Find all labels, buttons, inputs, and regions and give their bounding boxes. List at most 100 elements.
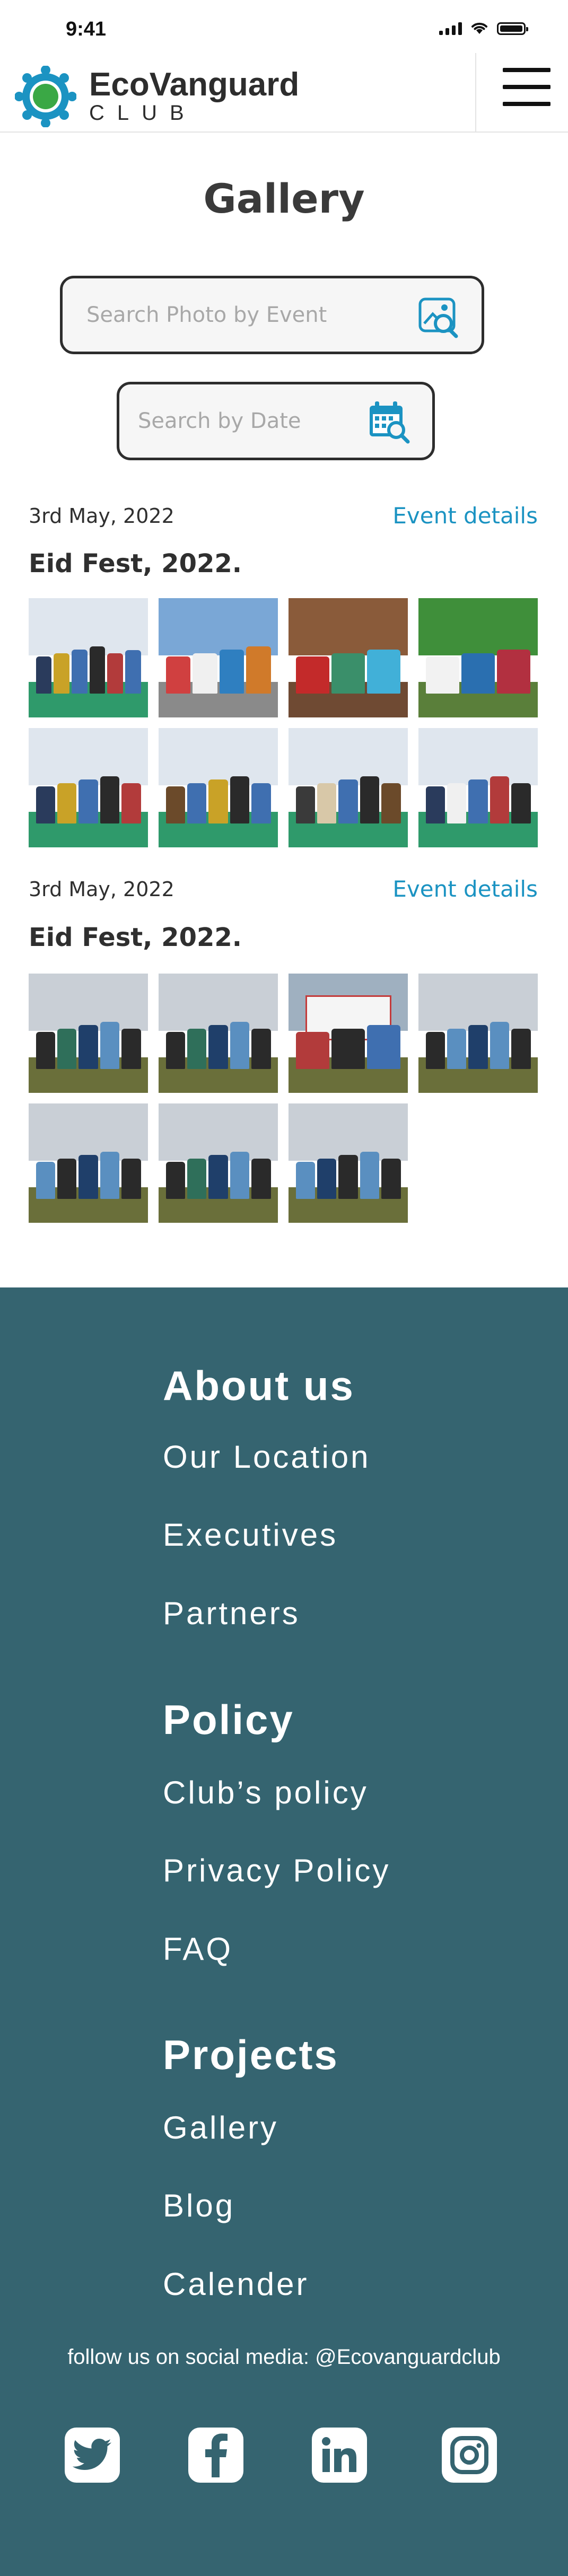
gallery-photo[interactable] (159, 974, 278, 1093)
gallery-photo[interactable] (159, 598, 278, 717)
photo-people (165, 1151, 271, 1199)
gallery-photo[interactable] (418, 974, 538, 1093)
photo-person (71, 650, 88, 694)
footer-link-faq[interactable]: FAQ (163, 1931, 233, 1967)
photo-person (468, 779, 488, 823)
photo-people (36, 646, 141, 694)
event-meta: 3rd May, 2022 Event details (29, 503, 538, 529)
photo-person (36, 1161, 55, 1199)
hamburger-menu-icon[interactable] (503, 68, 550, 106)
photo-person (425, 656, 459, 694)
photo-person (367, 1025, 401, 1069)
footer-link-our-location[interactable]: Our Location (163, 1439, 371, 1475)
photo-people (425, 1021, 531, 1069)
photo-person (193, 653, 217, 694)
photo-people (295, 1021, 401, 1069)
photo-people (36, 776, 141, 823)
footer-heading-about: About us (163, 1362, 355, 1409)
photo-person (447, 1028, 467, 1069)
twitter-icon[interactable] (65, 2428, 120, 2483)
gallery-photo[interactable] (418, 598, 538, 717)
footer-heading-policy: Policy (163, 1696, 294, 1743)
photo-person (360, 776, 380, 823)
photo-person (57, 1028, 77, 1069)
photo-person (490, 1021, 510, 1069)
photo-person (78, 779, 98, 823)
gallery-photo[interactable] (289, 728, 408, 847)
event-title: Eid Fest, 2022. (29, 549, 242, 579)
eco-gear-logo-icon (15, 66, 76, 127)
event-date: 3rd May, 2022 (29, 504, 174, 528)
gallery-photo[interactable] (159, 1103, 278, 1223)
photo-person (187, 1158, 207, 1199)
footer-link-blog[interactable]: Blog (163, 2187, 235, 2224)
photo-people (295, 776, 401, 823)
photo-person (208, 779, 228, 823)
search-date-input[interactable] (138, 409, 361, 433)
photo-person (121, 1029, 141, 1069)
photo-person (100, 1021, 120, 1069)
photo-person (381, 783, 401, 823)
photo-person (78, 1025, 98, 1069)
photo-person (208, 1025, 228, 1069)
footer-link-calender[interactable]: Calender (163, 2266, 309, 2302)
gallery-photo[interactable] (418, 728, 538, 847)
facebook-icon[interactable] (188, 2428, 243, 2483)
gallery-photo[interactable] (29, 728, 148, 847)
event-photo-grid (29, 598, 538, 847)
event-details-link[interactable]: Event details (392, 503, 538, 529)
search-event-input[interactable] (86, 303, 405, 327)
photo-people (295, 1151, 401, 1199)
event-date: 3rd May, 2022 (29, 877, 174, 901)
footer-link-gallery[interactable]: Gallery (163, 2109, 278, 2146)
photo-person (125, 650, 141, 694)
photo-person (57, 1158, 77, 1199)
social-media-text: follow us on social media: @Ecovanguardc… (67, 2345, 501, 2369)
photo-people (425, 776, 531, 823)
photo-person (295, 1031, 329, 1069)
image-search-icon[interactable] (417, 296, 459, 340)
footer-link-executives[interactable]: Executives (163, 1517, 338, 1553)
photo-person (367, 650, 401, 694)
photo-person (331, 653, 365, 694)
site-header: EcoVanguard CLUB (0, 53, 568, 133)
photo-people (165, 646, 271, 694)
footer-link-club-policy[interactable]: Club’s policy (163, 1774, 369, 1811)
gallery-photo[interactable] (159, 728, 278, 847)
brand-logo[interactable]: EcoVanguard CLUB (15, 66, 299, 127)
photo-person (165, 1161, 185, 1199)
photo-person (219, 650, 244, 694)
status-bar: 9:41 (0, 0, 568, 58)
photo-people (165, 776, 271, 823)
photo-people (295, 646, 401, 694)
gallery-photo[interactable] (29, 974, 148, 1093)
battery-icon (497, 22, 528, 35)
photo-person (187, 783, 207, 823)
event-meta: 3rd May, 2022 Event details (29, 876, 538, 902)
photo-person (511, 783, 531, 823)
gallery-photo[interactable] (289, 598, 408, 717)
instagram-icon[interactable] (442, 2428, 497, 2483)
gallery-photo[interactable] (29, 1103, 148, 1223)
photo-person (381, 1159, 401, 1199)
photo-person (107, 653, 123, 694)
photo-person (295, 1161, 315, 1199)
footer-link-partners[interactable]: Partners (163, 1595, 300, 1632)
search-event-box[interactable] (60, 276, 484, 354)
page-title: Gallery (203, 175, 365, 222)
brand-subtitle: CLUB (89, 101, 197, 125)
wifi-icon (471, 22, 487, 34)
header-divider (475, 53, 476, 133)
gallery-photo[interactable] (29, 598, 148, 717)
photo-person (36, 1031, 55, 1069)
photo-person (230, 1151, 250, 1199)
photo-person (251, 1159, 271, 1199)
linkedin-icon[interactable] (312, 2428, 367, 2483)
photo-person (251, 783, 271, 823)
search-date-box[interactable] (117, 382, 435, 460)
event-details-link[interactable]: Event details (392, 876, 538, 902)
calendar-search-icon[interactable] (368, 400, 410, 446)
footer-link-privacy-policy[interactable]: Privacy Policy (163, 1852, 390, 1889)
gallery-photo[interactable] (289, 974, 408, 1093)
gallery-photo[interactable] (289, 1103, 408, 1223)
